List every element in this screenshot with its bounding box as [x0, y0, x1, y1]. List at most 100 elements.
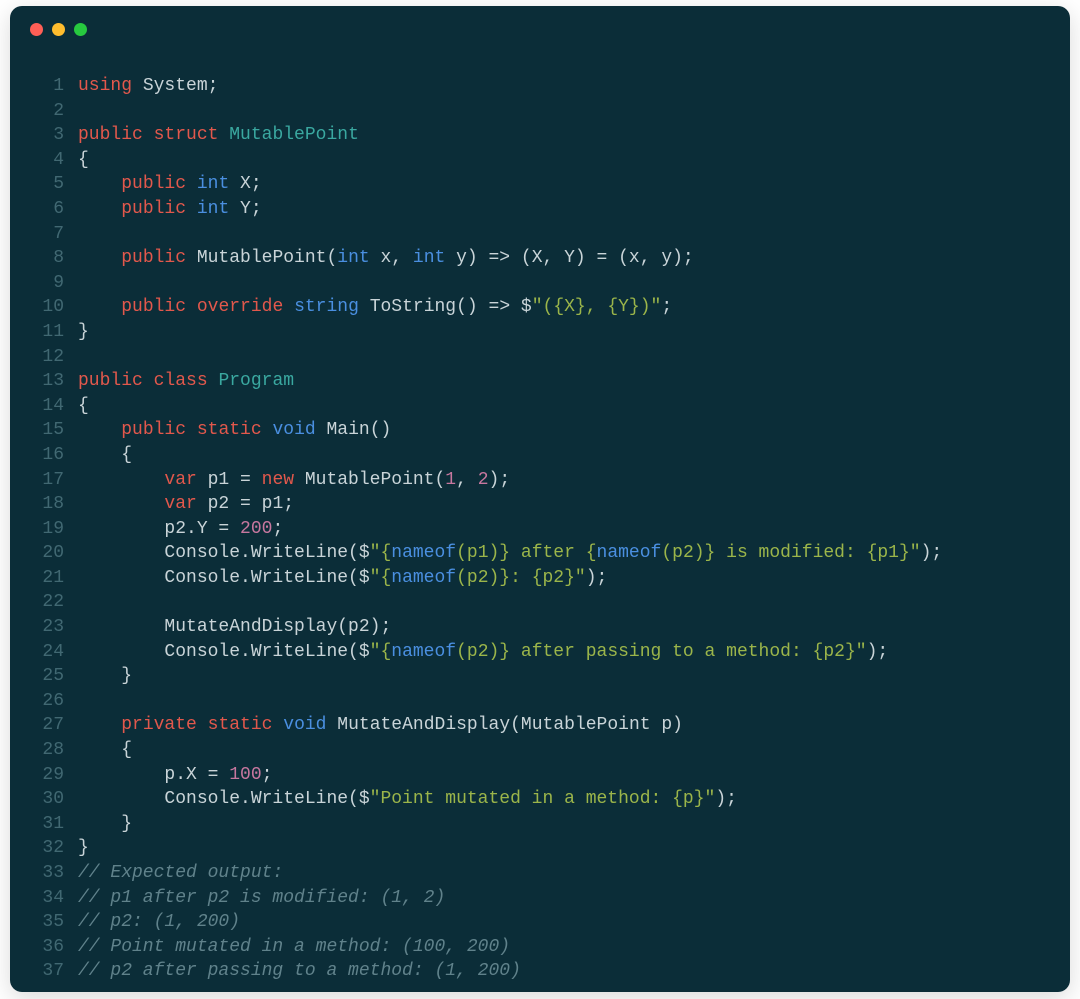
token-text: }: [78, 814, 132, 834]
code-line[interactable]: 16 {: [10, 443, 1048, 468]
token-text: X;: [229, 174, 261, 194]
code-content[interactable]: {: [78, 738, 1048, 763]
code-line[interactable]: 22: [10, 590, 1048, 615]
code-line[interactable]: 33// Expected output:: [10, 861, 1048, 886]
code-content[interactable]: public struct MutablePoint: [78, 123, 1048, 148]
line-number: 21: [10, 566, 78, 591]
token-text: [186, 297, 197, 317]
code-line[interactable]: 15 public static void Main(): [10, 418, 1048, 443]
code-line[interactable]: 25 }: [10, 664, 1048, 689]
code-line[interactable]: 29 p.X = 100;: [10, 763, 1048, 788]
code-content[interactable]: // Expected output:: [78, 861, 1048, 886]
code-content[interactable]: {: [78, 394, 1048, 419]
code-content[interactable]: p.X = 100;: [78, 763, 1048, 788]
code-content[interactable]: MutateAndDisplay(p2);: [78, 615, 1048, 640]
code-content[interactable]: [78, 271, 1048, 296]
zoom-icon[interactable]: [74, 23, 87, 36]
token-kw: public: [121, 420, 186, 440]
code-content[interactable]: var p1 = new MutablePoint(1, 2);: [78, 468, 1048, 493]
code-line[interactable]: 20 Console.WriteLine($"{nameof(p1)} afte…: [10, 541, 1048, 566]
token-kw: public: [121, 199, 186, 219]
code-line[interactable]: 17 var p1 = new MutablePoint(1, 2);: [10, 468, 1048, 493]
code-content[interactable]: }: [78, 836, 1048, 861]
code-content[interactable]: private static void MutateAndDisplay(Mut…: [78, 713, 1048, 738]
minimize-icon[interactable]: [52, 23, 65, 36]
close-icon[interactable]: [30, 23, 43, 36]
line-number: 17: [10, 468, 78, 493]
code-line[interactable]: 3public struct MutablePoint: [10, 123, 1048, 148]
code-content[interactable]: Console.WriteLine($"{nameof(p2)}: {p2}")…: [78, 566, 1048, 591]
code-line[interactable]: 13public class Program: [10, 369, 1048, 394]
code-content[interactable]: {: [78, 443, 1048, 468]
code-content[interactable]: }: [78, 664, 1048, 689]
code-line[interactable]: 7: [10, 222, 1048, 247]
token-kw: var: [164, 494, 196, 514]
line-number: 30: [10, 787, 78, 812]
code-line[interactable]: 28 {: [10, 738, 1048, 763]
code-content[interactable]: public override string ToString() => $"(…: [78, 295, 1048, 320]
code-line[interactable]: 30 Console.WriteLine($"Point mutated in …: [10, 787, 1048, 812]
token-text: [78, 420, 121, 440]
code-content[interactable]: [78, 99, 1048, 124]
code-editor[interactable]: 1using System;23public struct MutablePoi…: [10, 52, 1070, 992]
code-content[interactable]: p2.Y = 200;: [78, 517, 1048, 542]
token-kw: public: [121, 248, 186, 268]
line-number: 6: [10, 197, 78, 222]
code-line[interactable]: 32}: [10, 836, 1048, 861]
code-content[interactable]: // Point mutated in a method: (100, 200): [78, 935, 1048, 960]
code-line[interactable]: 27 private static void MutateAndDisplay(…: [10, 713, 1048, 738]
code-line[interactable]: 14{: [10, 394, 1048, 419]
token-text: p.X =: [78, 765, 229, 785]
code-line[interactable]: 24 Console.WriteLine($"{nameof(p2)} afte…: [10, 640, 1048, 665]
code-line[interactable]: 34// p1 after p2 is modified: (1, 2): [10, 886, 1048, 911]
code-content[interactable]: public int Y;: [78, 197, 1048, 222]
code-line[interactable]: 12: [10, 345, 1048, 370]
code-content[interactable]: var p2 = p1;: [78, 492, 1048, 517]
code-content[interactable]: [78, 345, 1048, 370]
token-str: {: [380, 642, 391, 662]
code-content[interactable]: // p2: (1, 200): [78, 910, 1048, 935]
code-line[interactable]: 31 }: [10, 812, 1048, 837]
code-content[interactable]: using System;: [78, 74, 1048, 99]
token-text: [186, 174, 197, 194]
code-content[interactable]: public int X;: [78, 172, 1048, 197]
code-content[interactable]: }: [78, 812, 1048, 837]
code-line[interactable]: 23 MutateAndDisplay(p2);: [10, 615, 1048, 640]
code-line[interactable]: 1using System;: [10, 74, 1048, 99]
code-line[interactable]: 21 Console.WriteLine($"{nameof(p2)}: {p2…: [10, 566, 1048, 591]
code-content[interactable]: Console.WriteLine($"{nameof(p1)} after {…: [78, 541, 1048, 566]
code-line[interactable]: 35// p2: (1, 200): [10, 910, 1048, 935]
code-line[interactable]: 26: [10, 689, 1048, 714]
code-line[interactable]: 2: [10, 99, 1048, 124]
code-line[interactable]: 18 var p2 = p1;: [10, 492, 1048, 517]
token-kw: override: [197, 297, 283, 317]
line-number: 35: [10, 910, 78, 935]
code-line[interactable]: 11}: [10, 320, 1048, 345]
code-content[interactable]: }: [78, 320, 1048, 345]
code-line[interactable]: 19 p2.Y = 200;: [10, 517, 1048, 542]
line-number: 37: [10, 959, 78, 984]
code-content[interactable]: public static void Main(): [78, 418, 1048, 443]
code-content[interactable]: {: [78, 148, 1048, 173]
code-content[interactable]: // p1 after p2 is modified: (1, 2): [78, 886, 1048, 911]
code-content[interactable]: Console.WriteLine($"{nameof(p2)} after p…: [78, 640, 1048, 665]
code-content[interactable]: [78, 590, 1048, 615]
code-line[interactable]: 6 public int Y;: [10, 197, 1048, 222]
code-content[interactable]: [78, 689, 1048, 714]
code-content[interactable]: public class Program: [78, 369, 1048, 394]
code-line[interactable]: 10 public override string ToString() => …: [10, 295, 1048, 320]
code-content[interactable]: // p2 after passing to a method: (1, 200…: [78, 959, 1048, 984]
token-btype: void: [283, 715, 326, 735]
code-line[interactable]: 36// Point mutated in a method: (100, 20…: [10, 935, 1048, 960]
token-text: ;: [661, 297, 672, 317]
token-comment: // Point mutated in a method: (100, 200): [78, 937, 510, 957]
code-line[interactable]: 5 public int X;: [10, 172, 1048, 197]
token-nameof: nameof: [391, 543, 456, 563]
code-line[interactable]: 9: [10, 271, 1048, 296]
code-line[interactable]: 4{: [10, 148, 1048, 173]
code-content[interactable]: [78, 222, 1048, 247]
code-line[interactable]: 37// p2 after passing to a method: (1, 2…: [10, 959, 1048, 984]
code-line[interactable]: 8 public MutablePoint(int x, int y) => (…: [10, 246, 1048, 271]
code-content[interactable]: Console.WriteLine($"Point mutated in a m…: [78, 787, 1048, 812]
code-content[interactable]: public MutablePoint(int x, int y) => (X,…: [78, 246, 1048, 271]
